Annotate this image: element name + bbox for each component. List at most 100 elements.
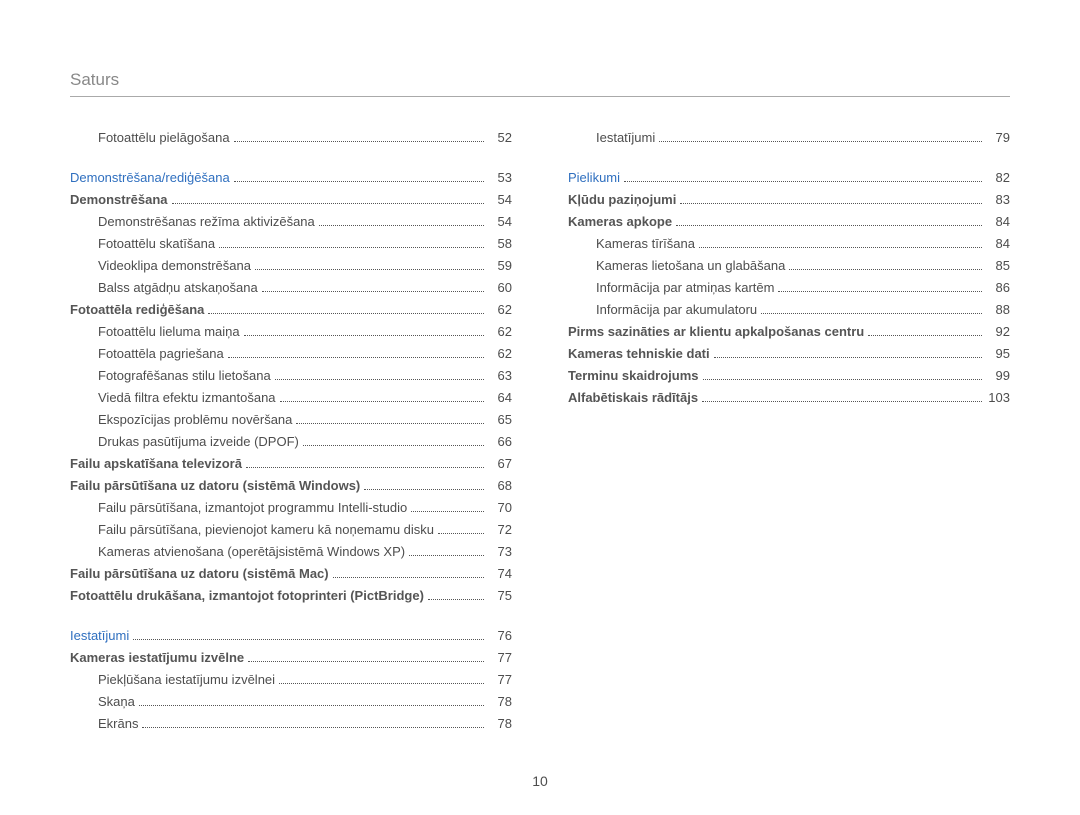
toc-entry-page: 86: [986, 277, 1010, 299]
toc-entry[interactable]: Fotoattēla pagriešana62: [70, 343, 512, 365]
toc-leader-dots: [228, 347, 484, 358]
toc-entry[interactable]: Fotoattēlu drukāšana, izmantojot fotopri…: [70, 585, 512, 607]
toc-leader-dots: [659, 131, 982, 142]
toc-entry-label: Informācija par atmiņas kartēm: [596, 277, 774, 299]
toc-entry[interactable]: Pielikumi 82: [568, 167, 1010, 189]
toc-entry[interactable]: Demonstrēšana54: [70, 189, 512, 211]
toc-spacer: [568, 149, 1010, 167]
toc-leader-dots: [279, 673, 484, 684]
toc-entry-page: 60: [488, 277, 512, 299]
toc-leader-dots: [624, 171, 982, 182]
toc-leader-dots: [246, 457, 484, 468]
toc-leader-dots: [699, 237, 982, 248]
toc-entry[interactable]: Balss atgādņu atskaņošana60: [70, 277, 512, 299]
toc-entry[interactable]: Failu pārsūtīšana, pievienojot kameru kā…: [70, 519, 512, 541]
toc-entry-page: 62: [488, 321, 512, 343]
toc-entry-label: Terminu skaidrojums: [568, 365, 699, 387]
toc-entry-label: Fotoattēla rediģēšana: [70, 299, 204, 321]
toc-entry[interactable]: Fotoattēlu lieluma maiņa 62: [70, 321, 512, 343]
toc-entry-label: Skaņa: [98, 691, 135, 713]
toc-entry-label: Ekrāns: [98, 713, 138, 735]
toc-entry[interactable]: Failu apskatīšana televizorā67: [70, 453, 512, 475]
toc-leader-dots: [280, 391, 484, 402]
toc-entry-page: 67: [488, 453, 512, 475]
toc-leader-dots: [714, 347, 982, 358]
toc-column-right: Iestatījumi79 Pielikumi 82Kļūdu paziņojumi…: [568, 127, 1010, 735]
toc-entry[interactable]: Kameras tīrīšana84: [568, 233, 1010, 255]
toc-leader-dots: [244, 325, 484, 336]
toc-leader-dots: [319, 215, 484, 226]
toc-entry[interactable]: Iestatījumi79: [568, 127, 1010, 149]
toc-leader-dots: [248, 651, 484, 662]
toc-entry-label: Pirms sazināties ar klientu apkalpošanas…: [568, 321, 864, 343]
toc-leader-dots: [234, 131, 484, 142]
toc-entry[interactable]: Terminu skaidrojums 99: [568, 365, 1010, 387]
toc-entry-page: 83: [986, 189, 1010, 211]
toc-entry-label: Failu pārsūtīšana, izmantojot programmu …: [98, 497, 407, 519]
toc-entry[interactable]: Videoklipa demonstrēšana59: [70, 255, 512, 277]
toc-entry[interactable]: Kļūdu paziņojumi83: [568, 189, 1010, 211]
toc-entry-page: 88: [986, 299, 1010, 321]
toc-entry-label: Fotoattēlu lieluma maiņa: [98, 321, 240, 343]
toc-entry[interactable]: Drukas pasūtījuma izveide (DPOF)66: [70, 431, 512, 453]
toc-entry-label: Kameras lietošana un glabāšana: [596, 255, 785, 277]
toc-entry[interactable]: Iestatījumi76: [70, 625, 512, 647]
toc-entry[interactable]: Fotoattēlu pielāgošana52: [70, 127, 512, 149]
toc-entry[interactable]: Piekļūšana iestatījumu izvēlnei 77: [70, 669, 512, 691]
toc-entry-page: 78: [488, 691, 512, 713]
toc-entry[interactable]: Ekrāns78: [70, 713, 512, 735]
toc-entry-page: 53: [488, 167, 512, 189]
toc-leader-dots: [676, 215, 982, 226]
page-title: Saturs: [70, 70, 1010, 97]
toc-entry-page: 99: [986, 365, 1010, 387]
toc-leader-dots: [234, 171, 484, 182]
toc-entry-label: Pielikumi: [568, 167, 620, 189]
toc-entry[interactable]: Demonstrēšana/rediģēšana 53: [70, 167, 512, 189]
toc-entry-page: 82: [986, 167, 1010, 189]
toc-entry[interactable]: Failu pārsūtīšana, izmantojot programmu …: [70, 497, 512, 519]
toc-entry-label: Demonstrēšana: [70, 189, 168, 211]
toc-leader-dots: [333, 567, 484, 578]
toc-entry[interactable]: Fotoattēla rediģēšana 62: [70, 299, 512, 321]
toc-entry-page: 65: [488, 409, 512, 431]
toc-entry-label: Kameras apkope: [568, 211, 672, 233]
toc-entry[interactable]: Alfabētiskais rādītājs 103: [568, 387, 1010, 409]
toc-leader-dots: [208, 303, 484, 314]
toc-leader-dots: [139, 695, 484, 706]
toc-entry-label: Videoklipa demonstrēšana: [98, 255, 251, 277]
toc-entry[interactable]: Informācija par atmiņas kartēm 86: [568, 277, 1010, 299]
toc-leader-dots: [778, 281, 982, 292]
toc-entry-label: Failu pārsūtīšana, pievienojot kameru kā…: [98, 519, 434, 541]
toc-entry[interactable]: Kameras apkope84: [568, 211, 1010, 233]
toc-entry-page: 52: [488, 127, 512, 149]
toc-entry-page: 62: [488, 299, 512, 321]
toc-leader-dots: [275, 369, 484, 380]
toc-entry[interactable]: Kameras iestatījumu izvēlne77: [70, 647, 512, 669]
toc-entry-label: Demonstrēšana/rediģēšana: [70, 167, 230, 189]
toc-entry[interactable]: Ekspozīcijas problēmu novēršana65: [70, 409, 512, 431]
toc-leader-dots: [255, 259, 484, 270]
toc-entry[interactable]: Failu pārsūtīšana uz datoru (sistēmā Win…: [70, 475, 512, 497]
toc-entry[interactable]: Informācija par akumulatoru88: [568, 299, 1010, 321]
toc-entry-page: 103: [986, 387, 1010, 409]
toc-leader-dots: [409, 545, 484, 556]
toc-entry-page: 75: [488, 585, 512, 607]
toc-entry[interactable]: Pirms sazināties ar klientu apkalpošanas…: [568, 321, 1010, 343]
toc-entry[interactable]: Kameras lietošana un glabāšana85: [568, 255, 1010, 277]
toc-entry[interactable]: Kameras tehniskie dati95: [568, 343, 1010, 365]
toc-leader-dots: [438, 523, 484, 534]
toc-entry[interactable]: Kameras atvienošana (operētājsistēmā Win…: [70, 541, 512, 563]
toc-entry[interactable]: Fotografēšanas stilu lietošana63: [70, 365, 512, 387]
toc-leader-dots: [172, 193, 484, 204]
toc-entry[interactable]: Demonstrēšanas režīma aktivizēšana54: [70, 211, 512, 233]
toc-entry-label: Piekļūšana iestatījumu izvēlnei: [98, 669, 275, 691]
toc-entry[interactable]: Skaņa 78: [70, 691, 512, 713]
toc-spacer: [70, 607, 512, 625]
toc-leader-dots: [428, 589, 484, 600]
toc-entry[interactable]: Viedā filtra efektu izmantošana64: [70, 387, 512, 409]
toc-entry[interactable]: Fotoattēlu skatīšana58: [70, 233, 512, 255]
toc-entry-label: Alfabētiskais rādītājs: [568, 387, 698, 409]
toc-entry[interactable]: Failu pārsūtīšana uz datoru (sistēmā Mac…: [70, 563, 512, 585]
toc-entry-page: 77: [488, 669, 512, 691]
toc-entry-page: 74: [488, 563, 512, 585]
